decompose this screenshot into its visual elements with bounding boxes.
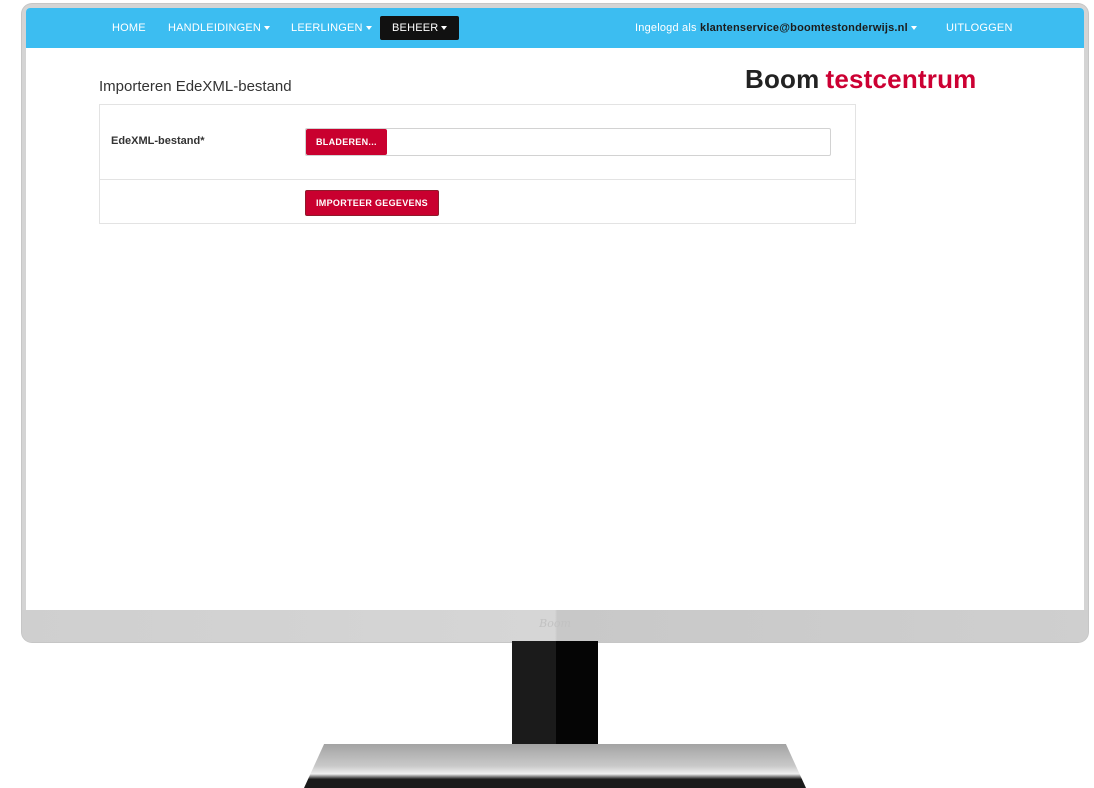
file-input[interactable]: BLADEREN... — [305, 128, 831, 156]
chevron-down-icon — [365, 26, 372, 31]
nav-beheer[interactable]: BEHEER — [380, 16, 460, 40]
monitor-frame: HOME HANDLEIDINGEN LEERLINGEN BEHEER Ing… — [22, 4, 1088, 642]
chevron-down-icon — [441, 26, 448, 31]
monitor-chin: Boom — [22, 610, 1088, 642]
nav-leerlingen[interactable]: LEERLINGEN — [291, 8, 372, 48]
nav-handleidingen[interactable]: HANDLEIDINGEN — [168, 8, 271, 48]
nav-user-menu[interactable]: Ingelogd als klantenservice@boomtestonde… — [635, 8, 917, 48]
user-prefix: Ingelogd als — [635, 22, 697, 34]
user-email: klantenservice@boomtestonderwijs.nl — [700, 22, 908, 34]
logo-part-testcentrum: testcentrum — [825, 64, 977, 94]
monitor-brand-mark: Boom — [539, 617, 571, 630]
logo-part-boom: Boom — [745, 64, 820, 94]
import-data-button[interactable]: IMPORTEER GEGEVENS — [305, 190, 439, 216]
browse-button[interactable]: BLADEREN... — [306, 129, 387, 155]
nav-beheer-label: BEHEER — [392, 22, 439, 34]
chevron-down-icon — [264, 26, 271, 31]
nav-leerlingen-label: LEERLINGEN — [291, 22, 363, 34]
nav-home[interactable]: HOME — [112, 8, 146, 48]
boom-testcentrum-logo: Boom testcentrum — [745, 64, 976, 95]
browser-screen: HOME HANDLEIDINGEN LEERLINGEN BEHEER Ing… — [26, 8, 1084, 610]
monitor-stand-base — [304, 744, 806, 788]
file-field-label: EdeXML-bestand* — [111, 135, 205, 147]
chevron-down-icon — [910, 26, 917, 31]
import-form-panel: EdeXML-bestand* BLADEREN... IMPORTEER GE… — [99, 104, 856, 224]
top-navbar: HOME HANDLEIDINGEN LEERLINGEN BEHEER Ing… — [26, 8, 1084, 48]
nav-logout[interactable]: UITLOGGEN — [946, 8, 1013, 48]
panel-divider — [100, 179, 855, 180]
nav-logout-label: UITLOGGEN — [946, 22, 1013, 34]
nav-home-label: HOME — [112, 22, 146, 34]
page-title: Importeren EdeXML-bestand — [99, 78, 292, 95]
nav-handleidingen-label: HANDLEIDINGEN — [168, 22, 262, 34]
